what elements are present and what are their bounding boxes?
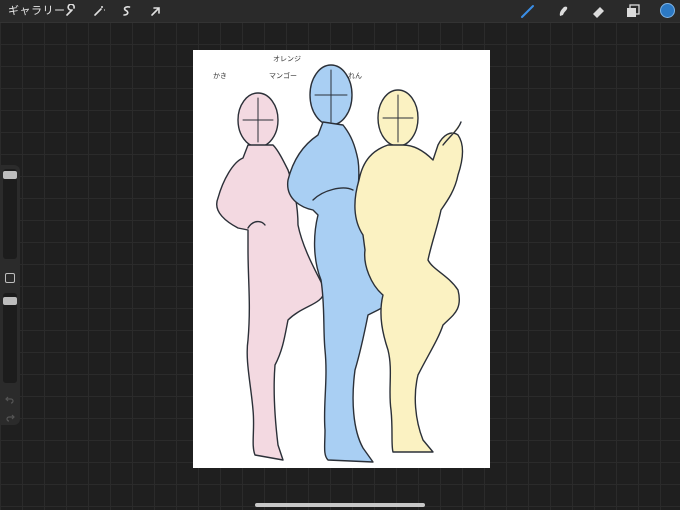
redo-icon[interactable] <box>5 407 15 426</box>
sidebar <box>0 165 20 425</box>
home-indicator <box>255 503 425 507</box>
smudge-icon[interactable] <box>556 3 572 19</box>
magic-wand-icon[interactable] <box>91 3 107 19</box>
transform-arrow-icon[interactable] <box>148 3 164 19</box>
label-mango: マンゴー <box>269 72 297 80</box>
selection-icon[interactable] <box>119 3 135 19</box>
drawing-canvas[interactable]: オレンジ かき マンゴー れん <box>193 50 490 468</box>
brush-icon[interactable] <box>520 3 536 19</box>
label-kaki: かき <box>213 72 227 80</box>
modify-button[interactable] <box>5 273 15 283</box>
eraser-icon[interactable] <box>591 3 607 19</box>
wrench-icon[interactable] <box>63 3 79 19</box>
brush-size-slider[interactable] <box>3 169 17 259</box>
layers-icon[interactable] <box>625 3 641 19</box>
opacity-thumb[interactable] <box>3 297 17 305</box>
label-lemon: れん <box>348 72 362 80</box>
figure-sketch <box>216 64 464 463</box>
brush-size-thumb[interactable] <box>3 171 17 179</box>
gallery-button[interactable]: ギャラリー <box>8 4 66 18</box>
top-toolbar: ギャラリー <box>0 0 680 23</box>
figure-lemon <box>354 89 464 453</box>
undo-icon[interactable] <box>5 389 15 408</box>
label-orange: オレンジ <box>273 55 301 63</box>
opacity-slider[interactable] <box>3 293 17 383</box>
color-picker-button[interactable] <box>660 3 675 18</box>
